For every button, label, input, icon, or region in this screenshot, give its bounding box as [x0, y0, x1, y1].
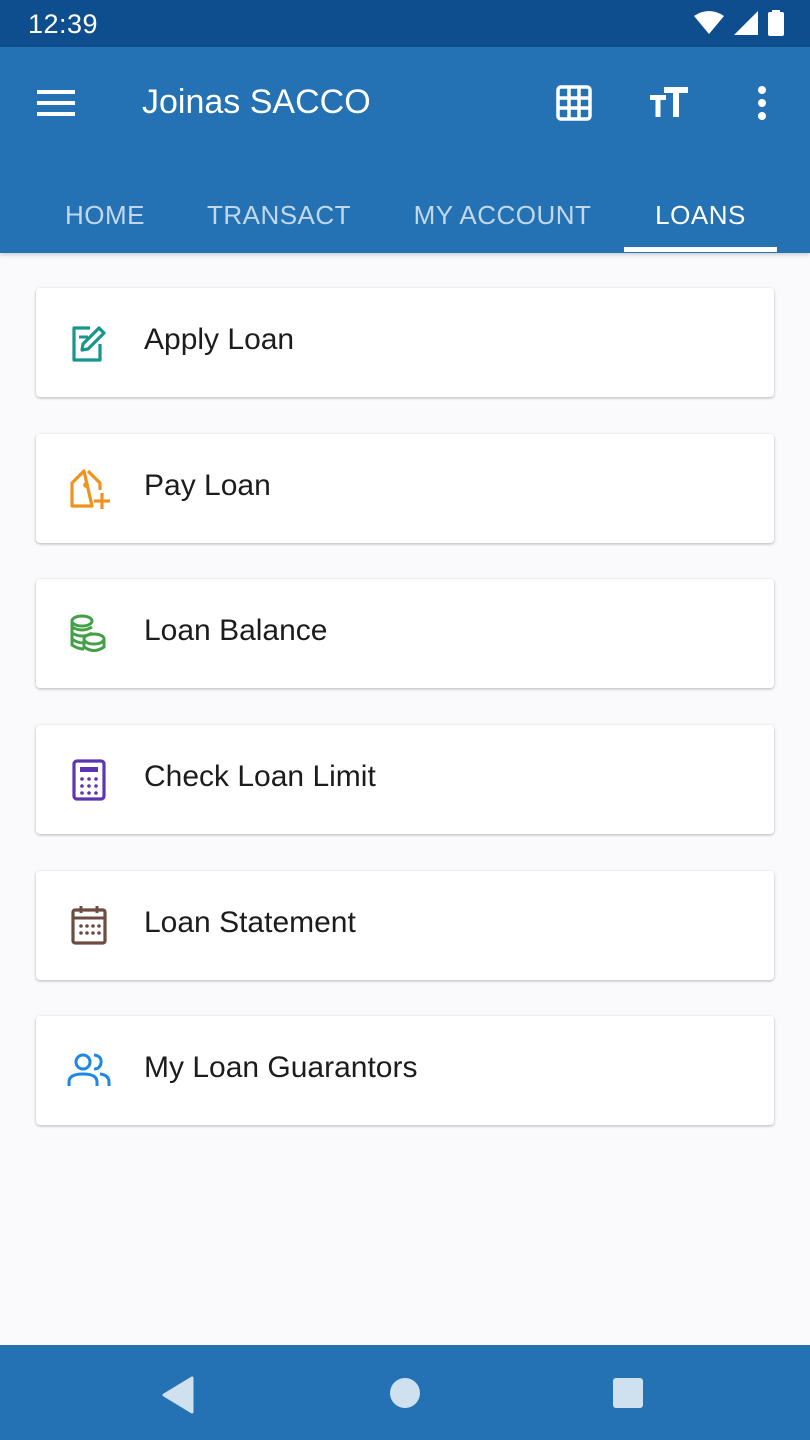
- app-bar: Joinas SACCO HOME TRANSACT MY ACCOUNT LO…: [0, 47, 810, 253]
- card-label: Loan Balance: [144, 614, 328, 647]
- people-icon: [67, 1053, 111, 1086]
- text-size-icon[interactable]: [650, 85, 688, 119]
- grid-icon[interactable]: [556, 85, 592, 121]
- check-loan-limit-card[interactable]: Check Loan Limit: [36, 725, 774, 834]
- pay-loan-card[interactable]: Pay Loan: [36, 434, 774, 543]
- tab-home[interactable]: HOME: [30, 177, 180, 253]
- status-bar: 12:39: [0, 0, 810, 47]
- apply-loan-card[interactable]: Apply Loan: [36, 288, 774, 397]
- card-label: Apply Loan: [144, 323, 295, 356]
- card-label: Loan Statement: [144, 906, 356, 939]
- tab-my-account[interactable]: MY ACCOUNT: [395, 177, 610, 253]
- tag-plus-icon: [70, 469, 110, 509]
- back-icon[interactable]: [160, 1375, 200, 1415]
- hamburger-menu-icon[interactable]: [37, 89, 75, 117]
- tab-loans[interactable]: LOANS: [624, 177, 777, 253]
- tab-indicator: [624, 247, 777, 252]
- edit-document-icon: [72, 326, 106, 362]
- calendar-icon: [71, 906, 107, 945]
- loan-balance-card[interactable]: Loan Balance: [36, 579, 774, 688]
- signal-icon: [734, 11, 758, 35]
- home-icon[interactable]: [388, 1376, 422, 1410]
- tab-transact[interactable]: TRANSACT: [195, 177, 363, 253]
- more-vert-icon[interactable]: [750, 85, 774, 121]
- wifi-icon: [694, 11, 724, 34]
- battery-icon: [768, 10, 784, 36]
- tab-bar: HOME TRANSACT MY ACCOUNT LOANS: [0, 177, 810, 253]
- loan-statement-card[interactable]: Loan Statement: [36, 871, 774, 980]
- app-title: Joinas SACCO: [142, 83, 371, 121]
- card-label: My Loan Guarantors: [144, 1051, 418, 1084]
- calculator-icon: [72, 759, 106, 801]
- card-label: Check Loan Limit: [144, 760, 376, 793]
- status-icons: [694, 10, 784, 36]
- status-time: 12:39: [28, 9, 99, 39]
- recent-apps-icon[interactable]: [611, 1376, 645, 1410]
- system-nav-bar: [0, 1345, 810, 1440]
- card-label: Pay Loan: [144, 469, 271, 502]
- my-loan-guarantors-card[interactable]: My Loan Guarantors: [36, 1016, 774, 1125]
- coins-icon: [70, 614, 106, 652]
